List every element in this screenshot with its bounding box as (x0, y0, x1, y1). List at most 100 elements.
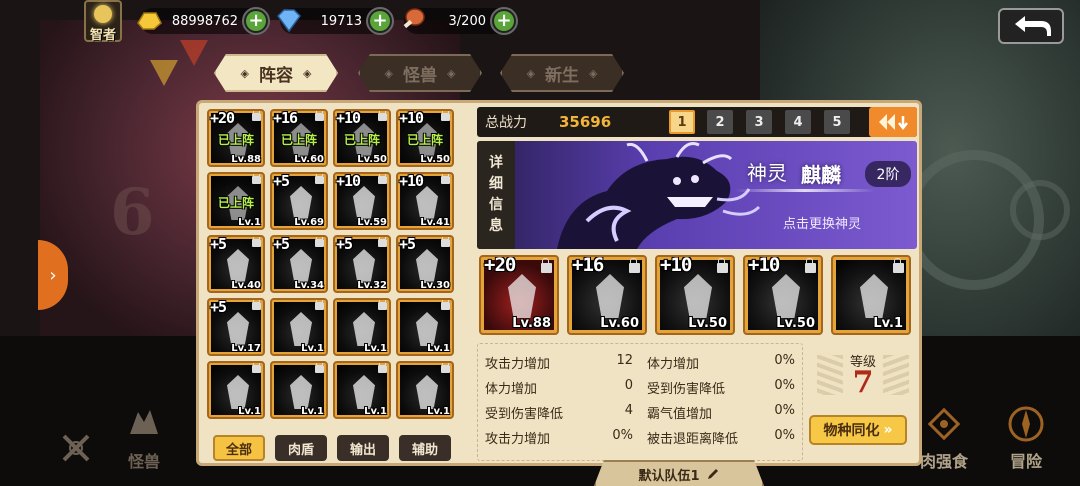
enhance-badge: +16 (273, 109, 298, 127)
stat-value: 0% (774, 353, 795, 368)
beast-level: Lv.50 (688, 316, 727, 331)
deity-banner[interactable]: 详 细 信 息 神灵 麒麟 2阶 点击更换神灵 (477, 141, 917, 249)
stamina-counter: 3/200 + (403, 7, 518, 35)
roster-beast-card[interactable]: Lv.1 (270, 361, 328, 419)
roster-beast-card[interactable]: Lv.1 (207, 361, 265, 419)
deployed-tag: 已上阵 (217, 133, 254, 147)
roster-beast-card[interactable]: Lv.1 (333, 298, 391, 356)
lock-icon (315, 111, 324, 121)
bonus-stats: 攻击力增加 12 体力增加 0% 体力增加 0 受到伤害降低 0% 受到伤害降低 4 霸气值增加 0%… (481, 347, 801, 455)
lock-icon (441, 111, 450, 121)
beast-level: Lv.1 (427, 406, 450, 417)
roster-beast-card[interactable]: +5 Lv.17 (207, 298, 265, 356)
beast-level: Lv.30 (420, 280, 450, 291)
team-slot-2-button[interactable]: 2 (707, 110, 733, 134)
lock-icon (252, 363, 261, 373)
roster-beast-card[interactable]: +10 Lv.59 (333, 172, 391, 230)
roster-beast-card[interactable]: +5 Lv.69 (270, 172, 328, 230)
stat-label: 霸气值增加 (647, 407, 713, 422)
lock-icon (629, 258, 640, 273)
lock-icon (717, 258, 728, 273)
chevron-right-icon: › (49, 264, 57, 286)
total-power-bar: 总战力 35696 1 2 3 4 5 (477, 107, 917, 137)
beast-icon (130, 410, 158, 434)
filter-dps-button[interactable]: 输出 (337, 435, 389, 461)
lock-icon (441, 363, 450, 373)
add-gem-button[interactable]: + (366, 7, 394, 35)
beast-level: Lv.34 (294, 280, 324, 291)
total-power-value: 35696 (559, 113, 612, 131)
team-slot-beast-card[interactable]: +10 Lv.50 (655, 255, 735, 335)
diamond-icon (277, 9, 301, 33)
filter-all-button[interactable]: 全部 (213, 435, 265, 461)
roster-beast-card[interactable]: 已上阵 Lv.1 (207, 172, 265, 230)
meat-icon (403, 8, 425, 29)
tab-label: 阵容 (259, 65, 293, 86)
roster-beast-card[interactable]: +10 已上阵 Lv.50 (396, 109, 454, 167)
lock-icon (315, 237, 324, 247)
lightbulb-icon (94, 5, 112, 23)
team-slot-3-button[interactable]: 3 (746, 110, 772, 134)
lock-icon (541, 258, 552, 273)
filter-support-button[interactable]: 辅助 (399, 435, 451, 461)
nav-item-adventure[interactable]: 冒险 (994, 404, 1058, 472)
roster-beast-card[interactable]: +5 Lv.34 (270, 235, 328, 293)
roster-beast-card[interactable]: +10 Lv.41 (396, 172, 454, 230)
add-stamina-button[interactable]: + (490, 7, 518, 35)
diamond-ornament-icon: ◈ (240, 66, 249, 80)
team-slot-5-button[interactable]: 5 (824, 110, 850, 134)
total-power-label: 总战力 (485, 115, 527, 131)
tab-beasts[interactable]: ◈ 怪兽 ◈ (358, 54, 482, 92)
team-slot-beast-card[interactable]: +16 Lv.60 (567, 255, 647, 335)
deity-name-underline (735, 189, 875, 192)
roster-beast-card[interactable]: +5 Lv.40 (207, 235, 265, 293)
nav-item-beast[interactable]: 怪兽 (112, 404, 176, 472)
roster-beast-card[interactable]: +5 Lv.32 (333, 235, 391, 293)
plus-icon: + (246, 11, 266, 31)
beast-level: Lv.17 (231, 343, 261, 354)
tab-label: 怪兽 (403, 65, 437, 86)
team-slot-beast-card[interactable]: Lv.1 (831, 255, 911, 335)
roster-beast-card[interactable]: +10 已上阵 Lv.50 (333, 109, 391, 167)
enhance-badge: +10 (336, 172, 361, 190)
detail-info-tab[interactable]: 详 细 信 息 (477, 141, 515, 249)
swap-arrows-icon (879, 114, 908, 131)
team-swap-button[interactable] (869, 107, 917, 137)
tab-lineup[interactable]: ◈ 阵容 ◈ (214, 54, 338, 92)
team-slot-4-button[interactable]: 4 (785, 110, 811, 134)
enhance-badge: +16 (572, 255, 604, 276)
team-slot-beast-card[interactable]: +20 Lv.88 (479, 255, 559, 335)
roster-beast-card[interactable]: +20 已上阵 Lv.88 (207, 109, 265, 167)
roster-beast-card[interactable]: Lv.1 (396, 298, 454, 356)
species-sync-button[interactable]: 物种同化 » (809, 415, 907, 445)
roster-beast-card[interactable]: Lv.1 (396, 361, 454, 419)
lock-icon (252, 300, 261, 310)
stat-label: 攻击力增加 (485, 432, 551, 447)
enhance-badge: +5 (273, 172, 290, 190)
roster-beast-card[interactable]: Lv.1 (333, 361, 391, 419)
add-gold-button[interactable]: + (242, 7, 270, 35)
crossed-swords-icon (62, 434, 90, 462)
roster-beast-card[interactable]: +5 Lv.30 (396, 235, 454, 293)
nav-item-battle[interactable] (44, 428, 108, 472)
stat-value: 4 (624, 403, 633, 418)
team-slot-beast-card[interactable]: +10 Lv.50 (743, 255, 823, 335)
beast-level: Lv.88 (512, 316, 551, 331)
enhance-badge: +20 (210, 109, 235, 127)
team-slot-1-button[interactable]: 1 (669, 110, 695, 134)
top-resource-bar: 智者 88998762 + 19713 + 3/200 + (80, 0, 1080, 44)
tab-rebirth[interactable]: ◈ 新生 ◈ (500, 54, 624, 92)
filter-tank-button[interactable]: 肉盾 (275, 435, 327, 461)
stat-label: 受到伤害降低 (647, 382, 726, 397)
roster-beast-card[interactable]: Lv.1 (270, 298, 328, 356)
pencil-icon (706, 467, 720, 481)
enhance-badge: +5 (399, 235, 416, 253)
tab-label: 新生 (545, 65, 579, 86)
enhance-badge: +10 (399, 172, 424, 190)
stat-value: 12 (616, 353, 633, 368)
back-button[interactable] (998, 8, 1064, 44)
roster-beast-card[interactable]: +16 已上阵 Lv.60 (270, 109, 328, 167)
team-name-tab[interactable]: 默认队伍1 (594, 460, 764, 486)
deity-name: 麒麟 (801, 163, 841, 187)
detail-tab-char: 细 (489, 176, 503, 192)
